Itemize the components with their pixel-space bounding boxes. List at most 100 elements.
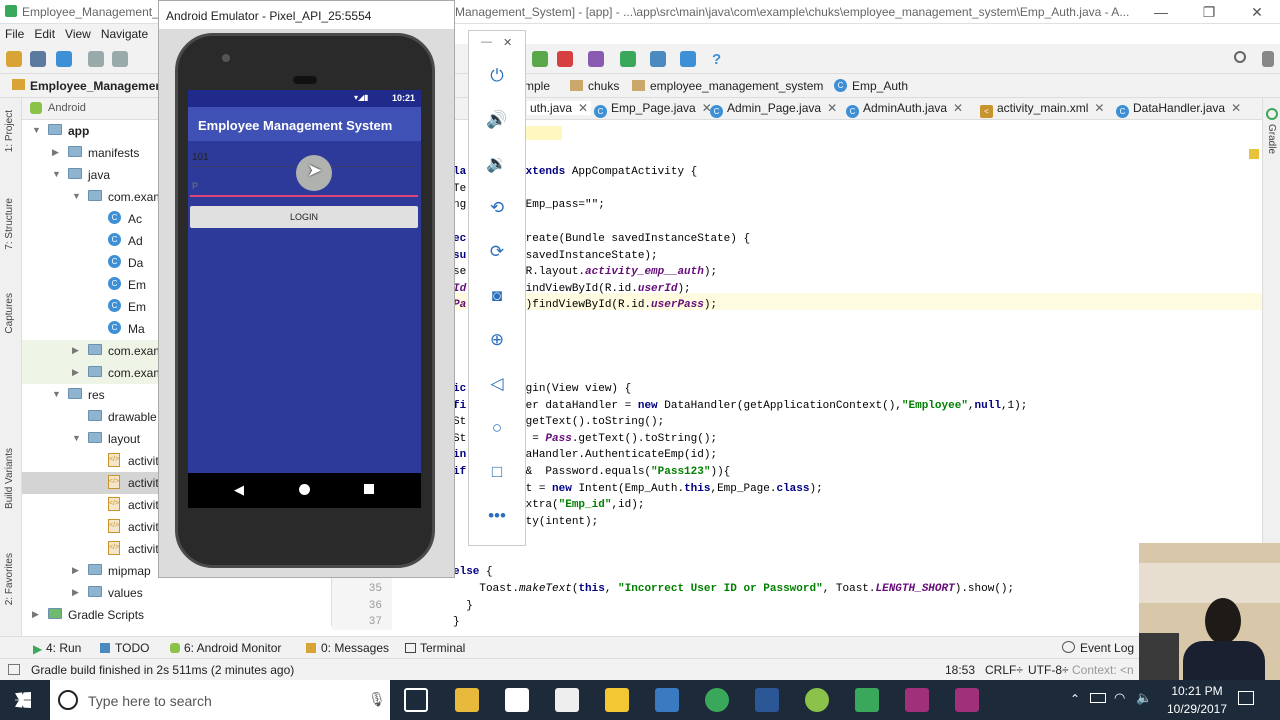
line-separator[interactable]: CRLF÷ xyxy=(985,663,1023,677)
tool-messages[interactable]: 0: Messages xyxy=(321,641,389,655)
menu-navigate[interactable]: Navigate xyxy=(96,24,153,44)
maximize-button[interactable]: ❐ xyxy=(1194,2,1224,22)
collapse-icon[interactable]: ▶ xyxy=(52,147,59,158)
tool-terminal[interactable]: Terminal xyxy=(420,641,465,655)
expand-icon[interactable]: ▼ xyxy=(72,191,81,201)
close-window-button[interactable]: ✕ xyxy=(1242,2,1272,22)
breadcrumb-class[interactable]: Emp_Auth xyxy=(852,79,908,93)
tab-close-icon[interactable]: ✕ xyxy=(578,101,588,115)
menu-view[interactable]: View xyxy=(60,24,96,44)
editor-tab[interactable]: < activity_main.xml ✕ xyxy=(980,101,1104,118)
recorder-icon-2[interactable] xyxy=(955,688,979,712)
microphone-icon[interactable]: 🎙 xyxy=(368,691,386,708)
minimize-button[interactable]: — xyxy=(1146,2,1176,22)
caret-position[interactable]: 18:53 xyxy=(945,663,975,677)
sdk-icon[interactable] xyxy=(588,51,604,67)
volume-down-icon[interactable]: 🔉 xyxy=(486,153,508,175)
rotate-right-icon[interactable]: ⟳ xyxy=(486,241,508,263)
tab-close-icon[interactable]: ✕ xyxy=(827,101,837,115)
nav-overview-icon[interactable] xyxy=(364,484,374,494)
menu-file[interactable]: File xyxy=(0,24,29,44)
structure-icon[interactable] xyxy=(650,51,666,67)
back-icon[interactable]: ◁ xyxy=(486,373,508,395)
tool-build-variants[interactable]: Build Variants xyxy=(4,448,15,509)
login-button[interactable]: LOGIN xyxy=(190,206,418,228)
taskbar-time[interactable]: 10:21 PM xyxy=(1162,684,1232,698)
windows-start-icon[interactable] xyxy=(15,692,31,708)
editor-tab[interactable]: C Admin_Page.java ✕ xyxy=(710,101,837,118)
emulator-task-icon[interactable] xyxy=(855,688,879,712)
editor-tab[interactable]: C DataHandler.java ✕ xyxy=(1116,101,1241,118)
debug-icon[interactable] xyxy=(532,51,548,67)
expand-icon[interactable]: ▼ xyxy=(72,433,81,443)
tool-todo[interactable]: TODO xyxy=(115,641,149,655)
editor-tab[interactable]: C AdminAuth.java ✕ xyxy=(846,101,963,118)
open-folder-icon[interactable] xyxy=(6,51,22,67)
emulator-minimize-button[interactable]: — xyxy=(481,36,492,48)
nav-home-icon[interactable] xyxy=(299,484,310,495)
status-toggle-icon[interactable] xyxy=(8,664,20,675)
breadcrumb-chuks[interactable]: chuks xyxy=(588,79,619,93)
tool-event-log[interactable]: Event Log xyxy=(1080,641,1134,655)
battery-icon[interactable] xyxy=(1090,693,1106,703)
breadcrumb-package-main[interactable]: employee_management_system xyxy=(650,79,823,93)
tree-item[interactable]: ▶ values xyxy=(22,582,332,604)
word-icon[interactable] xyxy=(755,688,779,712)
tab-close-icon[interactable]: ✕ xyxy=(1094,101,1104,115)
emulator-close-button[interactable]: ✕ xyxy=(503,36,512,49)
android-studio-icon[interactable] xyxy=(805,688,829,712)
menu-edit[interactable]: Edit xyxy=(29,24,60,44)
tool-captures[interactable]: Captures xyxy=(4,293,15,334)
tree-item[interactable]: ▶ Gradle Scripts xyxy=(22,604,332,626)
collapse-icon[interactable]: ▶ xyxy=(32,609,39,620)
store-icon[interactable] xyxy=(505,688,529,712)
volume-icon[interactable]: 🔈 xyxy=(1136,690,1152,706)
camera-icon[interactable]: ◙ xyxy=(486,285,508,307)
redo-icon[interactable] xyxy=(112,51,128,67)
tool-structure[interactable]: 7: Structure xyxy=(4,198,15,250)
tool-android-monitor[interactable]: 6: Android Monitor xyxy=(184,641,281,655)
tab-close-icon[interactable]: ✕ xyxy=(1231,101,1241,115)
save-icon[interactable] xyxy=(30,51,46,67)
home-icon[interactable]: ○ xyxy=(486,417,508,439)
more-icon[interactable]: ••• xyxy=(486,505,508,527)
expand-icon[interactable]: ▼ xyxy=(52,389,61,399)
nav-back-icon[interactable]: ◀ xyxy=(234,482,244,498)
undo-icon[interactable] xyxy=(88,51,104,67)
collapse-icon[interactable]: ▶ xyxy=(72,367,79,378)
search-icon[interactable] xyxy=(1234,51,1246,63)
android-sync-icon[interactable] xyxy=(620,51,636,67)
layout-icon[interactable] xyxy=(1262,51,1274,67)
tab-close-icon[interactable]: ✕ xyxy=(953,101,963,115)
project-view-label[interactable]: Android xyxy=(48,102,86,114)
download-icon[interactable] xyxy=(680,51,696,67)
breadcrumb-package[interactable]: mple xyxy=(524,79,550,93)
rotate-left-icon[interactable]: ⟲ xyxy=(486,197,508,219)
collapse-icon[interactable]: ▶ xyxy=(72,345,79,356)
tool-project[interactable]: 1: Project xyxy=(4,110,15,152)
breadcrumb-project[interactable]: Employee_Managemen xyxy=(30,79,163,93)
tray-chevron-icon[interactable]: ⌃ xyxy=(1070,692,1080,706)
notification-icon[interactable] xyxy=(1238,691,1254,705)
overview-icon[interactable]: □ xyxy=(486,461,508,483)
help-icon[interactable]: ? xyxy=(712,51,728,68)
warning-marker[interactable] xyxy=(1249,149,1259,159)
app-icon-blue[interactable] xyxy=(655,688,679,712)
power-icon[interactable]: ⏻ xyxy=(486,65,508,87)
expand-icon[interactable]: ▼ xyxy=(32,125,41,135)
file-encoding[interactable]: UTF-8÷ xyxy=(1028,663,1069,677)
file-explorer-icon[interactable] xyxy=(455,688,479,712)
editor-tab[interactable]: Cuth.java✕ xyxy=(527,101,592,115)
sync-icon[interactable] xyxy=(56,51,72,67)
chrome-icon[interactable] xyxy=(705,688,729,712)
tool-gradle[interactable]: Gradle xyxy=(1266,124,1277,154)
player-icon[interactable] xyxy=(605,688,629,712)
taskbar-search[interactable]: Type here to search 🎙 xyxy=(50,680,390,720)
zoom-icon[interactable]: ⊕ xyxy=(486,329,508,351)
expand-icon[interactable]: ▼ xyxy=(52,169,61,179)
recorder-icon[interactable] xyxy=(905,688,929,712)
tool-run[interactable]: 4: Run xyxy=(46,641,81,655)
collapse-icon[interactable]: ▶ xyxy=(72,565,79,576)
editor-tab[interactable]: C Emp_Page.java ✕ xyxy=(594,101,712,118)
collapse-icon[interactable]: ▶ xyxy=(72,587,79,598)
